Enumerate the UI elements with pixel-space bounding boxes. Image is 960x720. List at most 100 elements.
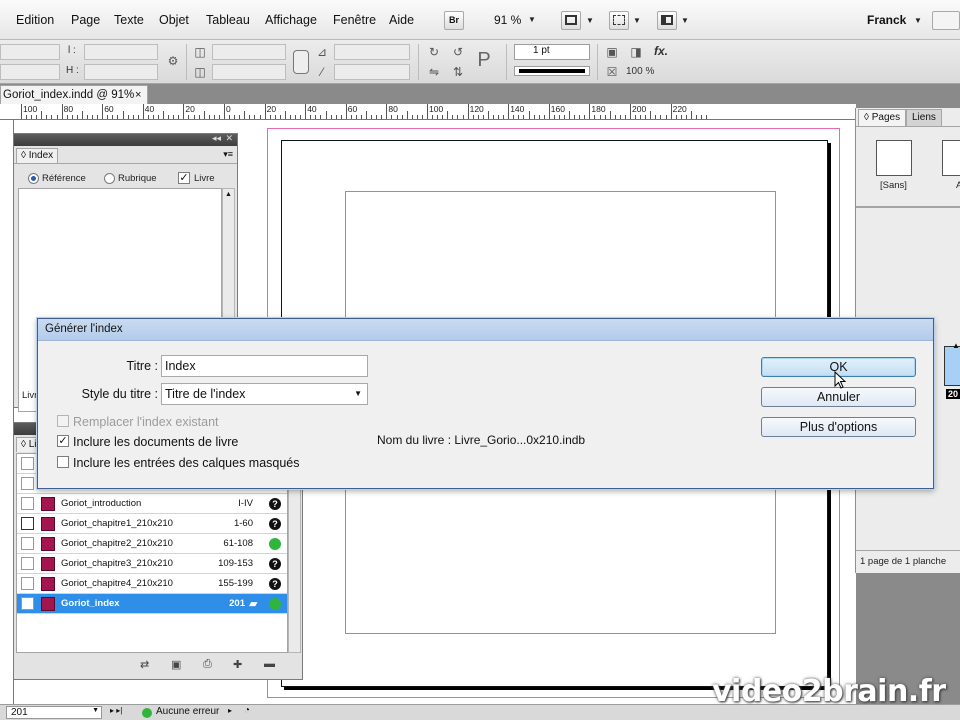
sync-checkbox[interactable] [21, 597, 34, 610]
close-icon[interactable]: × [135, 89, 141, 101]
style-titre-select[interactable]: Titre de l'index ▼ [161, 383, 368, 405]
arrange-documents-icon[interactable] [657, 11, 677, 30]
document-tab[interactable]: Goriot_index.indd @ 91% × [0, 85, 148, 104]
save-book-icon[interactable]: ▣ [171, 658, 181, 671]
clear-effects-icon[interactable]: ☒ [604, 64, 620, 80]
sync-checkbox[interactable] [21, 537, 34, 550]
height-field[interactable] [84, 64, 158, 80]
dialog-titlebar[interactable]: Générer l'index [38, 319, 933, 341]
chevron-down-icon: ▼ [92, 707, 99, 714]
menu-aide[interactable]: Aide [389, 13, 414, 27]
sync-book-icon[interactable]: ⇄ [140, 658, 149, 671]
ruler-minor-tick [71, 115, 73, 119]
titre-input[interactable]: Index [161, 355, 368, 377]
rotate-ccw-icon[interactable]: ↺ [450, 44, 466, 60]
screen-mode-icon[interactable] [561, 11, 581, 30]
preflight-status[interactable]: Aucune erreur [156, 706, 219, 717]
indesign-document-icon [41, 497, 55, 511]
flip-horizontal-icon[interactable]: ⇋ [426, 64, 442, 80]
page-menu-icon[interactable]: ▲ [952, 341, 960, 350]
sync-checkbox[interactable] [21, 497, 34, 510]
tab-liens[interactable]: Liens [906, 109, 942, 126]
ruler-minor-tick [543, 115, 545, 119]
menu-affichage[interactable]: Affichage [265, 13, 317, 27]
radio-rubrique[interactable] [104, 173, 115, 184]
list-item[interactable]: Goriot_chapitre4_210x210 155-199 ? [17, 574, 287, 594]
page-nav-icon[interactable]: ▸ ▸| [110, 706, 122, 715]
scale-x-field[interactable] [212, 44, 286, 60]
livre-checkbox[interactable]: ✓ [178, 172, 190, 184]
stroke-type-select[interactable] [514, 66, 590, 76]
print-book-icon[interactable]: ⎙ [203, 658, 212, 671]
flip-vertical-icon[interactable]: ⇅ [450, 64, 466, 80]
scroll-up-icon[interactable]: ▲ [225, 191, 232, 198]
include-hidden-layers-checkbox[interactable] [57, 456, 69, 468]
include-book-checkbox[interactable]: ✓ [57, 435, 69, 447]
menu-objet[interactable]: Objet [159, 13, 189, 27]
page-thumbnail[interactable] [944, 346, 960, 386]
x-field[interactable] [0, 44, 60, 60]
list-item[interactable]: Goriot_chapitre1_210x210 1-60 ? [17, 514, 287, 534]
effects-label[interactable]: fx. [654, 44, 668, 58]
rotation-field[interactable] [334, 44, 410, 60]
list-item[interactable]: Goriot_chapitre2_210x210 61-108 [17, 534, 287, 554]
shear-field[interactable] [334, 64, 410, 80]
page-number-field[interactable]: 201 ▼ [6, 706, 102, 719]
constrain-proportions-icon[interactable]: ⚙ [165, 53, 181, 69]
ruler-minor-tick [112, 115, 114, 119]
menu-fenetre[interactable]: Fenêtre [333, 13, 376, 27]
stroke-weight-field[interactable]: 1 pt [514, 44, 590, 60]
tab-index[interactable]: ◊ Index [16, 148, 59, 163]
sync-checkbox[interactable] [21, 557, 34, 570]
panel-grip[interactable]: ◂◂ ✕ [14, 133, 237, 146]
stroke-color-icon[interactable]: ▣ [604, 44, 620, 60]
list-item[interactable]: Goriot_chapitre3_210x210 109-153 ? [17, 554, 287, 574]
remove-document-icon[interactable]: ▬ [264, 658, 275, 670]
sync-checkbox[interactable] [21, 477, 34, 490]
search-field[interactable] [932, 11, 960, 30]
zoom-select[interactable]: 91 % ▼ [480, 12, 540, 29]
master-a-thumbnail[interactable] [942, 140, 960, 176]
menu-tableau[interactable]: Tableau [206, 13, 250, 27]
workspace-value: Franck [867, 13, 907, 27]
rotate-cw-icon[interactable]: ↻ [426, 44, 442, 60]
panel-menu-icon[interactable]: ▾≡ [223, 149, 233, 160]
replace-index-checkbox[interactable] [57, 415, 69, 427]
style-source-icon[interactable] [21, 517, 34, 530]
indesign-document-icon [41, 597, 55, 611]
y-field[interactable] [0, 64, 60, 80]
ruler-label: 120 [469, 104, 484, 114]
bridge-button[interactable]: Br [444, 11, 464, 30]
list-item-selected[interactable]: Goriot_index 201 ▰ [17, 594, 287, 614]
ruler-minor-tick [107, 115, 109, 119]
menu-texte[interactable]: Texte [114, 13, 144, 27]
scale-y-field[interactable] [212, 64, 286, 80]
list-item[interactable]: Goriot_introduction I-IV ? [17, 494, 287, 514]
master-none-thumbnail[interactable] [876, 140, 912, 176]
link-scale-icon[interactable] [293, 50, 309, 74]
more-options-button[interactable]: Plus d'options [761, 417, 916, 437]
ruler-major-tick [21, 104, 22, 119]
sync-checkbox[interactable] [21, 577, 34, 590]
horizontal-ruler[interactable]: 100 80 60 40 20 0 20 40 60 80 100 120 140 160 180 200 22… [0, 104, 856, 120]
sync-checkbox[interactable] [21, 457, 34, 470]
ruler-major-tick [142, 104, 144, 119]
radio-reference[interactable] [28, 173, 39, 184]
menu-edition[interactable]: Edition [16, 13, 54, 27]
add-document-icon[interactable]: ✚ [233, 658, 242, 671]
workspace-select[interactable]: Franck ▼ [862, 12, 924, 29]
collapse-icon[interactable]: ◂◂ [212, 133, 221, 144]
drop-shadow-icon[interactable]: ◨ [628, 44, 644, 60]
tab-pages[interactable]: ◊ Pages [858, 109, 907, 126]
open-file-icon[interactable]: ◔ [244, 705, 250, 716]
close-icon[interactable]: ✕ [225, 133, 233, 144]
width-field[interactable] [84, 44, 158, 60]
view-options-icon[interactable] [609, 11, 629, 30]
ruler-minor-tick [518, 115, 520, 119]
height-label: H : [66, 65, 79, 76]
vertical-ruler[interactable] [0, 120, 14, 710]
opacity-value[interactable]: 100 % [626, 66, 654, 77]
menu-page[interactable]: Page [71, 13, 100, 27]
ruler-minor-tick [218, 115, 220, 119]
preflight-menu-icon[interactable]: ▸ [228, 706, 232, 715]
